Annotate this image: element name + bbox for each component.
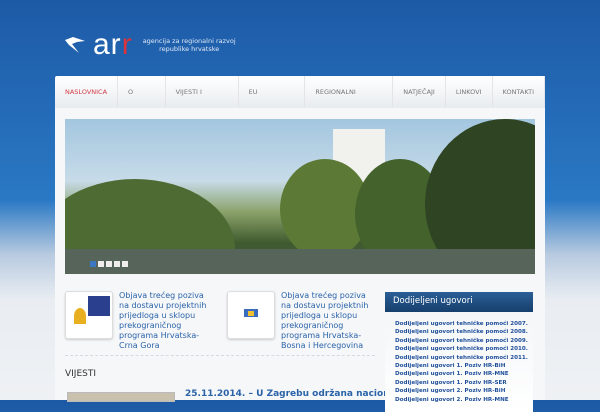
news-heading: VIJESTI: [65, 369, 97, 379]
sidebar-link[interactable]: Dodijeljeni ugovori tehničke pomoći 2009…: [395, 337, 528, 345]
promo-text[interactable]: Objava trećeg poziva na dostavu projektn…: [281, 291, 376, 351]
divider: [65, 355, 375, 356]
sidebar-link[interactable]: Dodijeljeni ugovori tehničke pomoći 2010…: [395, 345, 528, 353]
slider-dot[interactable]: [90, 261, 96, 267]
cross-border-logo: [65, 291, 113, 339]
news-title[interactable]: 25.11.2014. – U Zagrebu održana nacional…: [185, 389, 411, 399]
promo-item[interactable]: Objava trećeg poziva na dostavu projektn…: [65, 291, 214, 351]
sidebar-title: Dodijeljeni ugovori: [385, 292, 533, 312]
promo-item[interactable]: Objava trećeg poziva na dostavu projektn…: [227, 291, 376, 351]
cross-border-logo: [227, 291, 275, 339]
sidebar-link[interactable]: Dodijeljeni ugovori 1. Poziv HR-MNE: [395, 370, 523, 378]
slider-dot[interactable]: [106, 261, 112, 267]
sidebar-contracts: Dodijeljeni ugovori Dodijeljeni ugovori …: [385, 292, 533, 412]
logo-text: arr: [93, 28, 133, 61]
nav-item[interactable]: NASLOVNICA: [55, 76, 119, 108]
nav-item[interactable]: O NAMA: [118, 76, 166, 128]
promo-text[interactable]: Objava trećeg poziva na dostavu projektn…: [119, 291, 214, 351]
main-nav: NASLOVNICAO NAMAVIJESTI I NAJAVEEU PROGR…: [55, 76, 545, 128]
nav-item[interactable]: NATJEČAJI: [393, 76, 446, 108]
sidebar-link[interactable]: Dodijeljeni ugovori tehničke pomoći 2011…: [395, 354, 528, 362]
sidebar-link[interactable]: Dodijeljeni ugovori 1. Poziv HR-SER: [395, 379, 523, 387]
slider-dots: [90, 261, 128, 267]
sidebar-link[interactable]: Dodijeljeni ugovori 1. Poziv HR-BiH: [395, 362, 523, 370]
slider-dot[interactable]: [122, 261, 128, 267]
sidebar-link[interactable]: Dodijeljeni ugovori tehničke pomoći 2008…: [395, 328, 528, 336]
logo-tagline: agencija za regionalni razvoj republike h…: [142, 37, 236, 53]
nav-item[interactable]: REGIONALNI RAZVOJ: [305, 76, 394, 128]
nav-item[interactable]: VIJESTI I NAJAVE: [166, 76, 239, 128]
nav-item[interactable]: EU PROGRAMI: [239, 76, 306, 128]
slider-dot[interactable]: [114, 261, 120, 267]
logo[interactable]: arr agencija za regionalni razvoj republi…: [63, 28, 236, 61]
sidebar-link[interactable]: Dodijeljeni ugovori tehničke pomoći 2007…: [395, 320, 528, 328]
news-thumbnail[interactable]: [67, 392, 175, 402]
nav-item[interactable]: LINKOVI: [446, 76, 493, 108]
nav-item[interactable]: KONTAKTI: [493, 76, 545, 108]
image-slider[interactable]: [65, 119, 535, 274]
croatia-map-icon: [65, 37, 85, 53]
sidebar-link[interactable]: Dodijeljeni ugovori 2. Poziv HR-BiH: [395, 387, 523, 395]
slider-dot[interactable]: [98, 261, 104, 267]
